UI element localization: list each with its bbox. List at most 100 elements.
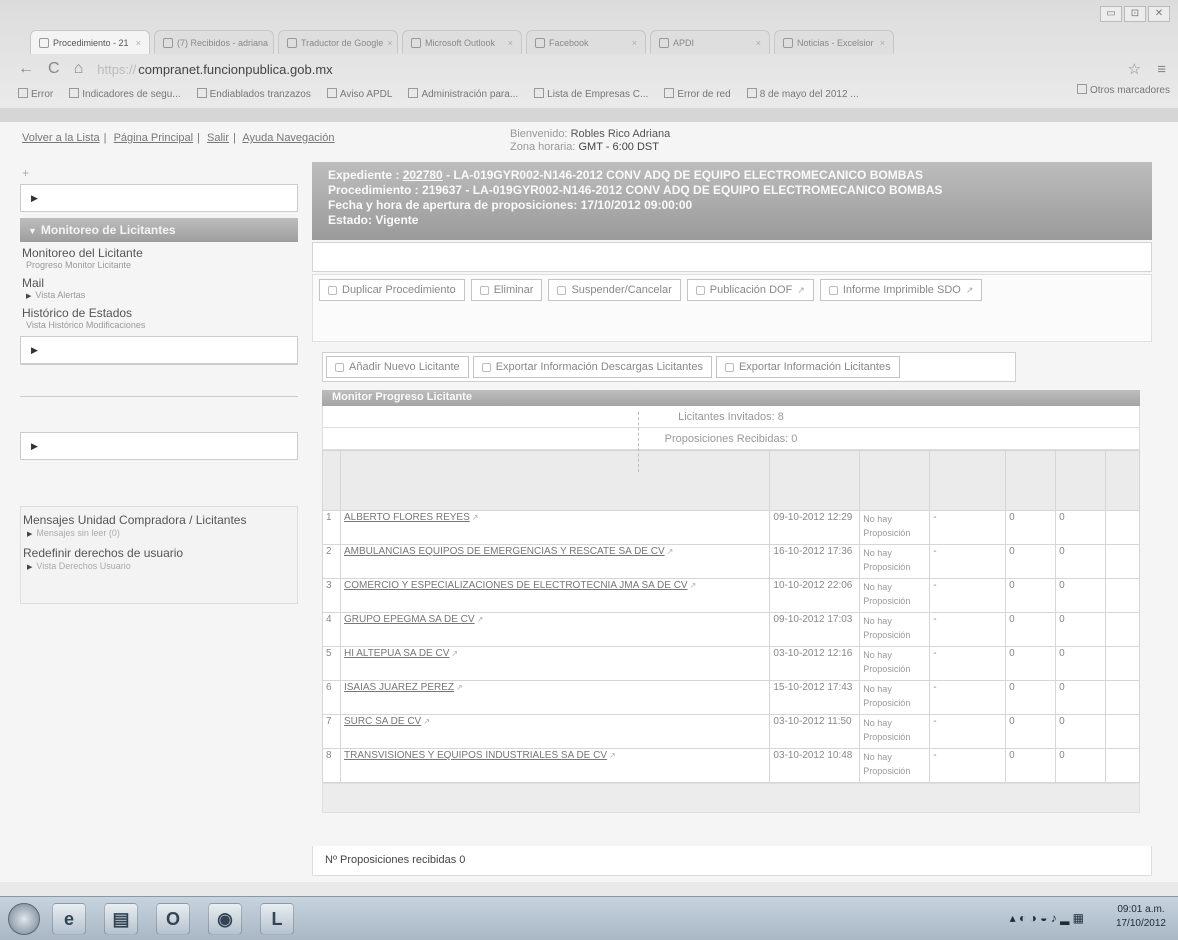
bookmark-item[interactable]: 8 de mayo del 2012 ... bbox=[746, 88, 859, 100]
col-header-4[interactable] bbox=[859, 450, 931, 511]
browser-tabs: Procedimiento - 21 × (7) Recibidos - adria… bbox=[30, 30, 1178, 54]
sidebar-collapsed-section[interactable]: ▶ bbox=[20, 432, 298, 460]
sidebar-item-sub[interactable]: ▶ Mensajes sin leer (0) bbox=[27, 528, 295, 538]
star-icon[interactable]: ☆ bbox=[1128, 61, 1141, 78]
licitante-link[interactable]: TRANSVISIONES Y EQUIPOS INDUSTRIALES SA … bbox=[344, 750, 607, 761]
expediente-link[interactable]: 202780 bbox=[403, 168, 443, 182]
sidebar-item-sub[interactable]: Vista Histórico Modificaciones bbox=[26, 320, 296, 330]
licitante-link[interactable]: GRUPO EPEGMA SA DE CV bbox=[344, 614, 475, 625]
licitante-link[interactable]: AMBULANCIAS EQUIPOS DE EMERGENCIAS Y RES… bbox=[344, 546, 665, 557]
col-header-1[interactable] bbox=[322, 450, 341, 511]
link-ayuda[interactable]: Ayuda Navegación bbox=[242, 132, 334, 144]
export-descargas-button[interactable]: Exportar Información Descargas Licitante… bbox=[472, 356, 712, 378]
menu-icon[interactable]: ≡ bbox=[1157, 61, 1166, 78]
bookmark-icon bbox=[196, 88, 207, 98]
expand-all-icon[interactable]: + bbox=[22, 166, 298, 180]
browser-tab[interactable]: Traductor de Google × bbox=[278, 30, 398, 54]
browser-tab[interactable]: Facebook × bbox=[526, 30, 646, 54]
add-licitante-button[interactable]: Añadir Nuevo Licitante bbox=[326, 356, 469, 378]
browser-tab[interactable]: Procedimiento - 21 × bbox=[30, 30, 150, 54]
sidebar-item-sub[interactable]: ▶ Vista Alertas bbox=[26, 290, 296, 300]
reload-icon[interactable]: C bbox=[48, 60, 60, 78]
sidebar-item-sub[interactable]: Progreso Monitor Licitante bbox=[26, 260, 296, 270]
close-tab-icon[interactable]: × bbox=[508, 38, 513, 48]
col-header-5[interactable] bbox=[929, 450, 1007, 511]
col-header-8[interactable] bbox=[1104, 450, 1141, 511]
sidebar-item-historico[interactable]: Histórico de Estados Vista Histórico Mod… bbox=[20, 302, 298, 332]
banner-fecha: Fecha y hora de apertura de proposicione… bbox=[328, 198, 693, 212]
explorer-icon[interactable]: ▤ bbox=[104, 903, 138, 935]
bookmark-item[interactable]: Aviso APDL bbox=[326, 88, 392, 100]
action-buttons: Duplicar Procedimiento Eliminar Suspende… bbox=[312, 274, 1152, 342]
col-header-6[interactable] bbox=[1005, 450, 1057, 511]
bookmark-other[interactable]: Otros marcadores bbox=[1076, 84, 1170, 96]
col-header-2[interactable] bbox=[339, 450, 771, 511]
col-header-7[interactable] bbox=[1055, 450, 1106, 511]
table-filler bbox=[322, 783, 1140, 813]
outlook-icon[interactable]: O bbox=[156, 903, 190, 935]
licitante-link[interactable]: ALBERTO FLORES REYES bbox=[344, 512, 470, 523]
browser-tab[interactable]: Microsoft Outlook × bbox=[402, 30, 522, 54]
informe-button[interactable]: Informe Imprimible SDO ↗ bbox=[819, 279, 983, 301]
close-tab-icon[interactable]: × bbox=[632, 38, 637, 48]
licitante-link[interactable]: COMERCIO Y ESPECIALIZACIONES DE ELECTROT… bbox=[344, 580, 688, 591]
duplicar-button[interactable]: Duplicar Procedimiento bbox=[319, 279, 465, 301]
empty-cell bbox=[1104, 544, 1141, 579]
home-icon[interactable]: ⌂ bbox=[74, 60, 84, 78]
browser-tab[interactable]: Noticias - Excelsior × bbox=[774, 30, 894, 54]
address-bar[interactable]: https:// compranet.funcionpublica.gob.mx bbox=[97, 62, 332, 77]
url-scheme: https:// bbox=[97, 61, 137, 77]
bookmark-item[interactable]: Endiablados tranzazos bbox=[196, 88, 311, 100]
sidebar-item-mail[interactable]: Mail ▶ Vista Alertas bbox=[20, 272, 298, 302]
licitante-link[interactable]: ISAIAS JUAREZ PEREZ bbox=[344, 682, 454, 693]
maximize-button[interactable]: ⊡ bbox=[1124, 6, 1146, 22]
sidebar-section-header[interactable]: ▼ Monitoreo de Licitantes bbox=[20, 218, 298, 242]
sidebar-collapsed-section[interactable]: ▶ bbox=[20, 184, 298, 212]
minimize-button[interactable]: ▭ bbox=[1100, 6, 1122, 22]
browser-tab[interactable]: (7) Recibidos - adriana× bbox=[154, 30, 274, 54]
licitante-cell: ISAIAS JUAREZ PEREZ ↗ bbox=[339, 680, 771, 715]
sidebar-item-derechos[interactable]: Redefinir derechos de usuario bbox=[23, 546, 295, 560]
close-tab-icon[interactable]: × bbox=[387, 38, 392, 48]
sidebar-collapsed-section[interactable]: ▶ bbox=[20, 336, 298, 364]
count-cell: 0 bbox=[1005, 510, 1057, 545]
close-tab-icon[interactable]: × bbox=[136, 38, 141, 48]
tab-label: APDI bbox=[673, 37, 695, 48]
licitante-link[interactable]: SURC SA DE CV bbox=[344, 716, 421, 727]
sidebar-item-sub[interactable]: ▶ Vista Derechos Usuario bbox=[27, 561, 295, 571]
link-volver[interactable]: Volver a la Lista bbox=[22, 132, 100, 144]
lync-icon[interactable]: L bbox=[260, 903, 294, 935]
close-tab-icon[interactable]: × bbox=[756, 38, 761, 48]
suspender-button[interactable]: Suspender/Cancelar bbox=[548, 279, 681, 301]
back-icon[interactable]: ← bbox=[18, 60, 34, 78]
sidebar-item-mensajes[interactable]: Mensajes Unidad Compradora / Licitantes bbox=[23, 513, 295, 527]
link-pagina-principal[interactable]: Página Principal bbox=[114, 132, 194, 144]
close-tab-icon[interactable]: × bbox=[272, 38, 273, 48]
external-link-icon: ↗ bbox=[666, 547, 674, 556]
licitante-link[interactable]: HI ALTEPUA SA DE CV bbox=[344, 648, 449, 659]
bookmark-item[interactable]: Indicadores de segu... bbox=[69, 88, 181, 100]
publicacion-dof-button[interactable]: Publicación DOF ↗ bbox=[686, 279, 814, 301]
bookmark-item[interactable]: Error de red bbox=[664, 88, 731, 100]
start-button[interactable] bbox=[8, 903, 40, 935]
count-cell: 0 bbox=[1055, 612, 1106, 647]
system-clock[interactable]: 09:01 a.m. 17/10/2012 bbox=[1116, 903, 1166, 931]
ie-icon[interactable]: e bbox=[52, 903, 86, 935]
sidebar-item-monitoreo[interactable]: Monitoreo del Licitante Progreso Monitor… bbox=[20, 242, 298, 272]
close-window-button[interactable]: ✕ bbox=[1148, 6, 1170, 22]
empty-cell bbox=[1104, 646, 1141, 681]
export-licitantes-button[interactable]: Exportar Información Licitantes bbox=[715, 356, 900, 378]
browser-tab[interactable]: APDI × bbox=[650, 30, 770, 54]
dash-cell: - bbox=[929, 646, 1007, 681]
bookmark-item[interactable]: Error bbox=[18, 88, 53, 100]
chrome-divider bbox=[0, 108, 1178, 122]
chrome-icon[interactable]: ◉ bbox=[208, 903, 242, 935]
col-header-3[interactable] bbox=[769, 450, 861, 511]
link-salir[interactable]: Salir bbox=[207, 132, 229, 144]
eliminar-button[interactable]: Eliminar bbox=[470, 279, 543, 301]
bookmark-item[interactable]: Lista de Empresas C... bbox=[534, 88, 648, 100]
favicon-icon bbox=[659, 37, 669, 48]
close-tab-icon[interactable]: × bbox=[880, 38, 885, 48]
proposicion-status: No hay Proposición bbox=[859, 748, 931, 783]
bookmark-item[interactable]: Administración para... bbox=[408, 88, 518, 100]
